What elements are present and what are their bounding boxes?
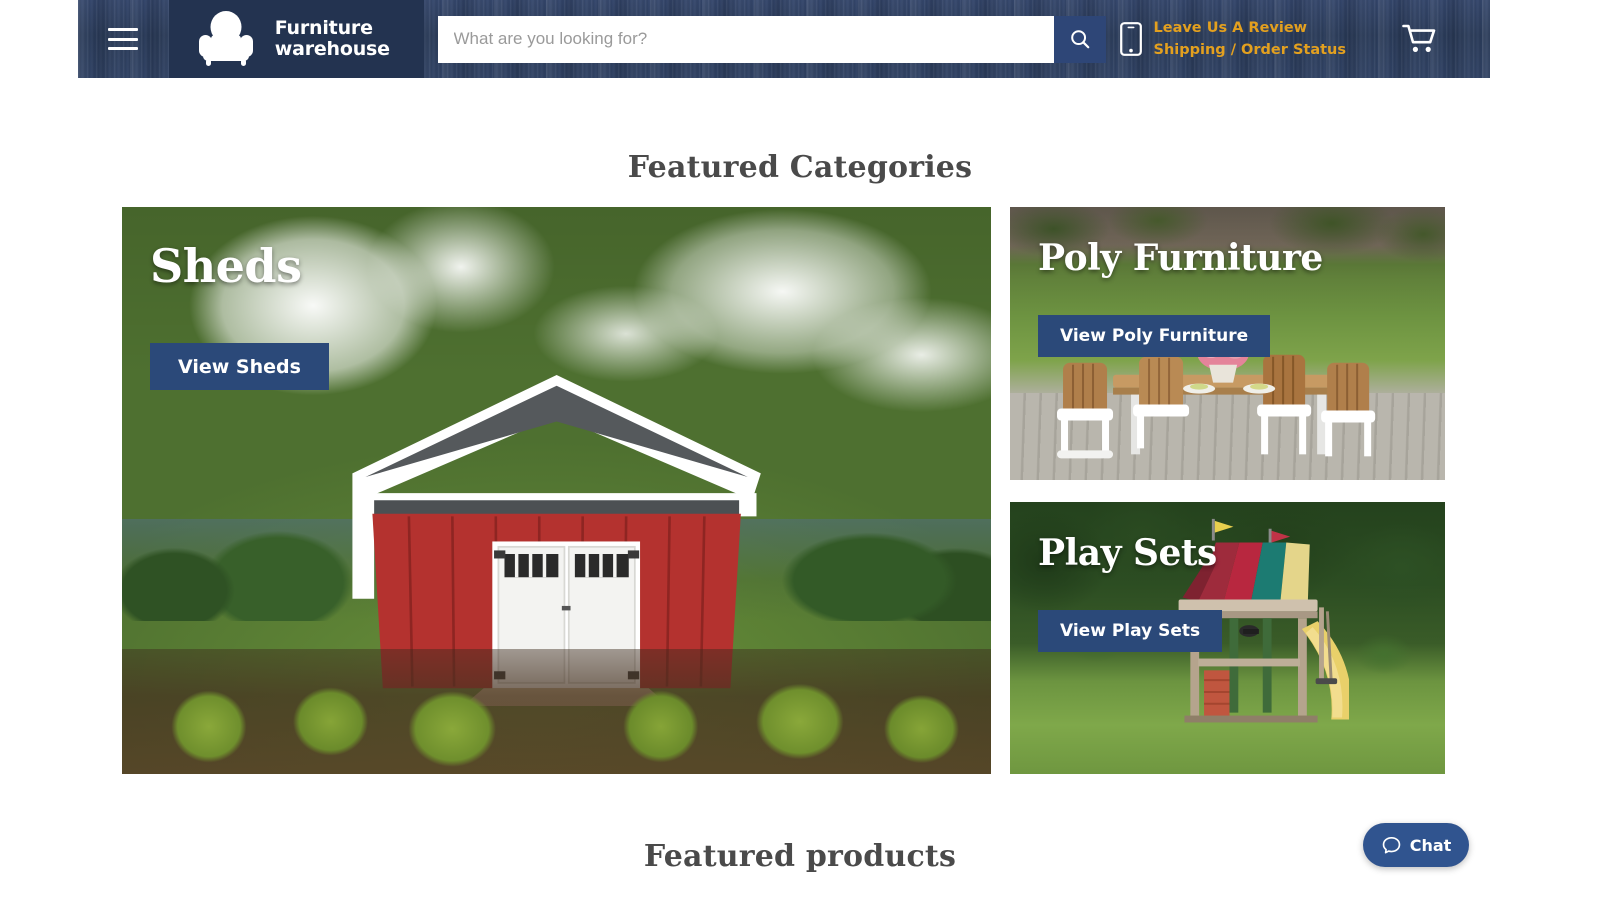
featured-categories-heading: Featured Categories [627, 150, 973, 185]
search-button[interactable] [1053, 15, 1106, 63]
leave-review-link[interactable]: Leave Us A Review [1154, 18, 1347, 38]
chat-label: Chat [1409, 835, 1452, 855]
search-area [424, 0, 1120, 78]
view-sheds-button[interactable]: View Sheds [150, 343, 329, 390]
mobile-phone-icon [1119, 22, 1142, 56]
shipping-order-status-link[interactable]: Shipping / Order Status [1154, 40, 1347, 60]
page-root: Furniture warehouse What are you looking… [0, 0, 1600, 900]
search-form [437, 15, 1106, 63]
category-card-poly-furniture[interactable]: Poly Furniture View Poly Furniture [1010, 207, 1445, 480]
card-content-play-sets: Play Sets View Play Sets [1010, 502, 1445, 774]
cart-button[interactable] [1358, 24, 1464, 54]
category-card-sheds[interactable]: Sheds View Sheds [122, 207, 991, 774]
card-title-play-sets: Play Sets [1038, 532, 1217, 574]
menu-button[interactable] [78, 0, 169, 78]
site-logo[interactable]: Furniture warehouse [168, 0, 424, 78]
site-header: Furniture warehouse What are you looking… [78, 0, 1490, 78]
card-title-poly-furniture: Poly Furniture [1038, 237, 1323, 279]
category-card-play-sets[interactable]: Play Sets View Play Sets [1010, 502, 1445, 774]
header-links: Leave Us A Review Shipping / Order Statu… [1154, 18, 1347, 60]
header-account-area: Leave Us A Review Shipping / Order Statu… [1119, 0, 1491, 78]
chat-widget-button[interactable]: Chat [1363, 823, 1469, 867]
card-content-poly: Poly Furniture View Poly Furniture [1010, 207, 1445, 480]
shopping-cart-icon [1402, 24, 1436, 52]
logo-line-1: Furniture [274, 17, 373, 39]
logo-line-2: warehouse [274, 38, 390, 60]
search-input[interactable] [437, 15, 1054, 63]
logo-text: Furniture warehouse [275, 18, 390, 60]
chat-bubble-icon [1382, 836, 1400, 854]
view-play-sets-button[interactable]: View Play Sets [1038, 610, 1223, 652]
card-title-sheds: Sheds [150, 239, 302, 293]
featured-products-heading: Featured products [643, 839, 957, 874]
armchair-logo-icon [198, 11, 253, 66]
card-content-sheds: Sheds View Sheds [122, 207, 991, 774]
hamburger-menu-icon [108, 28, 139, 50]
view-poly-furniture-button[interactable]: View Poly Furniture [1038, 315, 1271, 357]
search-icon [1070, 30, 1089, 49]
